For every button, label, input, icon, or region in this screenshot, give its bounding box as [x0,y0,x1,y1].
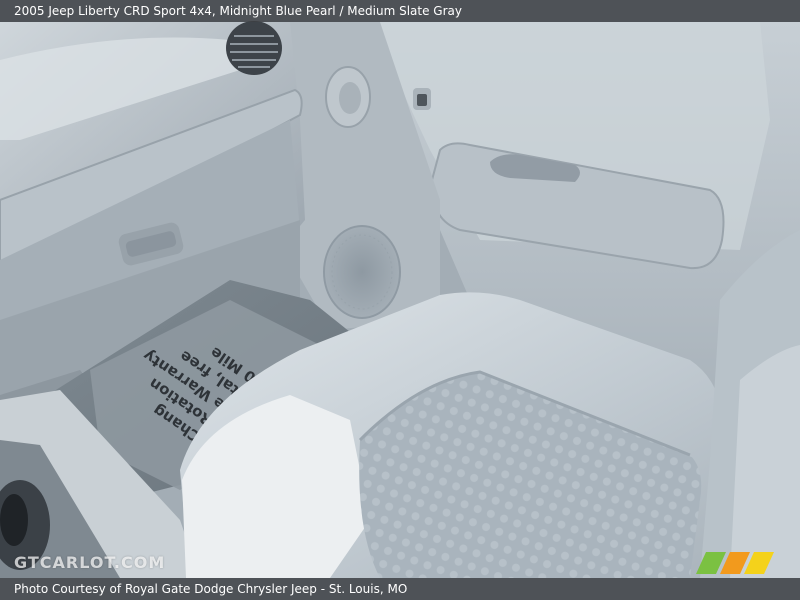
credit-bar: Photo Courtesy of Royal Gate Dodge Chrys… [0,578,800,600]
photo-credit: Photo Courtesy of Royal Gate Dodge Chrys… [14,582,408,596]
speaker-grille-icon [323,225,401,319]
three-stripe-logo-icon [696,552,774,574]
caption-bar: 2005 Jeep Liberty CRD Sport 4x4, Midnigh… [0,0,800,22]
air-vent-icon [226,21,282,75]
interior-photo: pe Oil Chang ve Tire Rotation 3000 Mile … [0,0,800,600]
vehicle-caption: 2005 Jeep Liberty CRD Sport 4x4, Midnigh… [14,4,462,18]
mirror-knob [325,66,371,128]
door-lock-icon [413,88,431,110]
site-watermark: GTCARLOT.COM [14,553,166,572]
